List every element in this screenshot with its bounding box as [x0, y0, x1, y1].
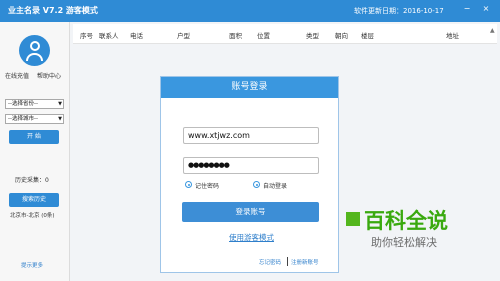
column-header[interactable]: 面积 [229, 30, 242, 40]
column-header[interactable]: 户型 [177, 30, 190, 40]
column-header[interactable]: 序号 [80, 30, 93, 40]
scroll-up-icon[interactable]: ▲ [490, 27, 495, 34]
watermark-logo-icon [346, 212, 360, 226]
auto-login-label[interactable]: 自动登录 [263, 181, 287, 190]
password-input[interactable]: ●●●●●●●● [183, 157, 319, 174]
watermark-subtitle: 助你轻松解决 [371, 236, 437, 249]
watermark-title: 百科全说 [364, 209, 448, 233]
remember-password-radio[interactable] [185, 181, 192, 188]
account-input[interactable]: www.xtjwz.com [183, 127, 319, 144]
chevron-down-icon: ▼ [58, 101, 62, 107]
column-header[interactable]: 电话 [130, 30, 143, 40]
city-select-value: --选择城市-- [8, 116, 38, 122]
link-divider [287, 257, 288, 266]
table-header: 序号 联系人 电话 户型 面积 位置 类型 朝向 楼层 地址 [73, 24, 497, 44]
register-link[interactable]: 注册新账号 [291, 258, 319, 266]
column-header[interactable]: 朝向 [335, 30, 348, 40]
history-count: 历史采集：0 [15, 177, 49, 184]
auto-login-radio[interactable] [253, 181, 260, 188]
user-icon [30, 41, 40, 51]
more-tips-link[interactable]: 提示更多 [21, 261, 43, 269]
login-button[interactable]: 登录账号 [182, 202, 319, 222]
minimize-icon[interactable]: − [462, 4, 472, 14]
history-item[interactable]: 北京市-北京 (0条) [10, 211, 55, 219]
update-date: 软件更新日期：2016-10-17 [354, 7, 444, 15]
column-header[interactable]: 地址 [446, 30, 459, 40]
close-icon[interactable]: × [481, 4, 491, 14]
start-button[interactable]: 开 始 [9, 130, 59, 144]
province-select[interactable]: --选择省份-- ▼ [5, 99, 64, 109]
online-recharge-link[interactable]: 在线充值 [5, 71, 29, 80]
column-header[interactable]: 类型 [306, 30, 319, 40]
avatar[interactable] [19, 35, 50, 66]
login-dialog: 账号登录 www.xtjwz.com ●●●●●●●● 记住密码 自动登录 登录… [160, 76, 339, 273]
column-header[interactable]: 位置 [257, 30, 270, 40]
guest-mode-link[interactable]: 使用游客模式 [229, 232, 274, 243]
dialog-title: 账号登录 [161, 77, 338, 98]
remember-password-label[interactable]: 记住密码 [195, 181, 219, 190]
help-center-link[interactable]: 帮助中心 [37, 71, 61, 80]
app-title: 业主名录 V7.2 游客模式 [8, 6, 98, 15]
forgot-password-link[interactable]: 忘记密码 [259, 258, 281, 266]
title-bar: 业主名录 V7.2 游客模式 软件更新日期：2016-10-17 − × [0, 0, 500, 22]
city-select[interactable]: --选择城市-- ▼ [5, 114, 64, 124]
chevron-down-icon: ▼ [58, 116, 62, 122]
province-select-value: --选择省份-- [8, 101, 38, 107]
column-header[interactable]: 楼层 [361, 30, 374, 40]
column-header[interactable]: 联系人 [99, 30, 119, 40]
search-history-button[interactable]: 搜索历史 [9, 193, 59, 207]
sidebar: 在线充值 帮助中心 --选择省份-- ▼ --选择城市-- ▼ 开 始 历史采集… [0, 22, 70, 281]
